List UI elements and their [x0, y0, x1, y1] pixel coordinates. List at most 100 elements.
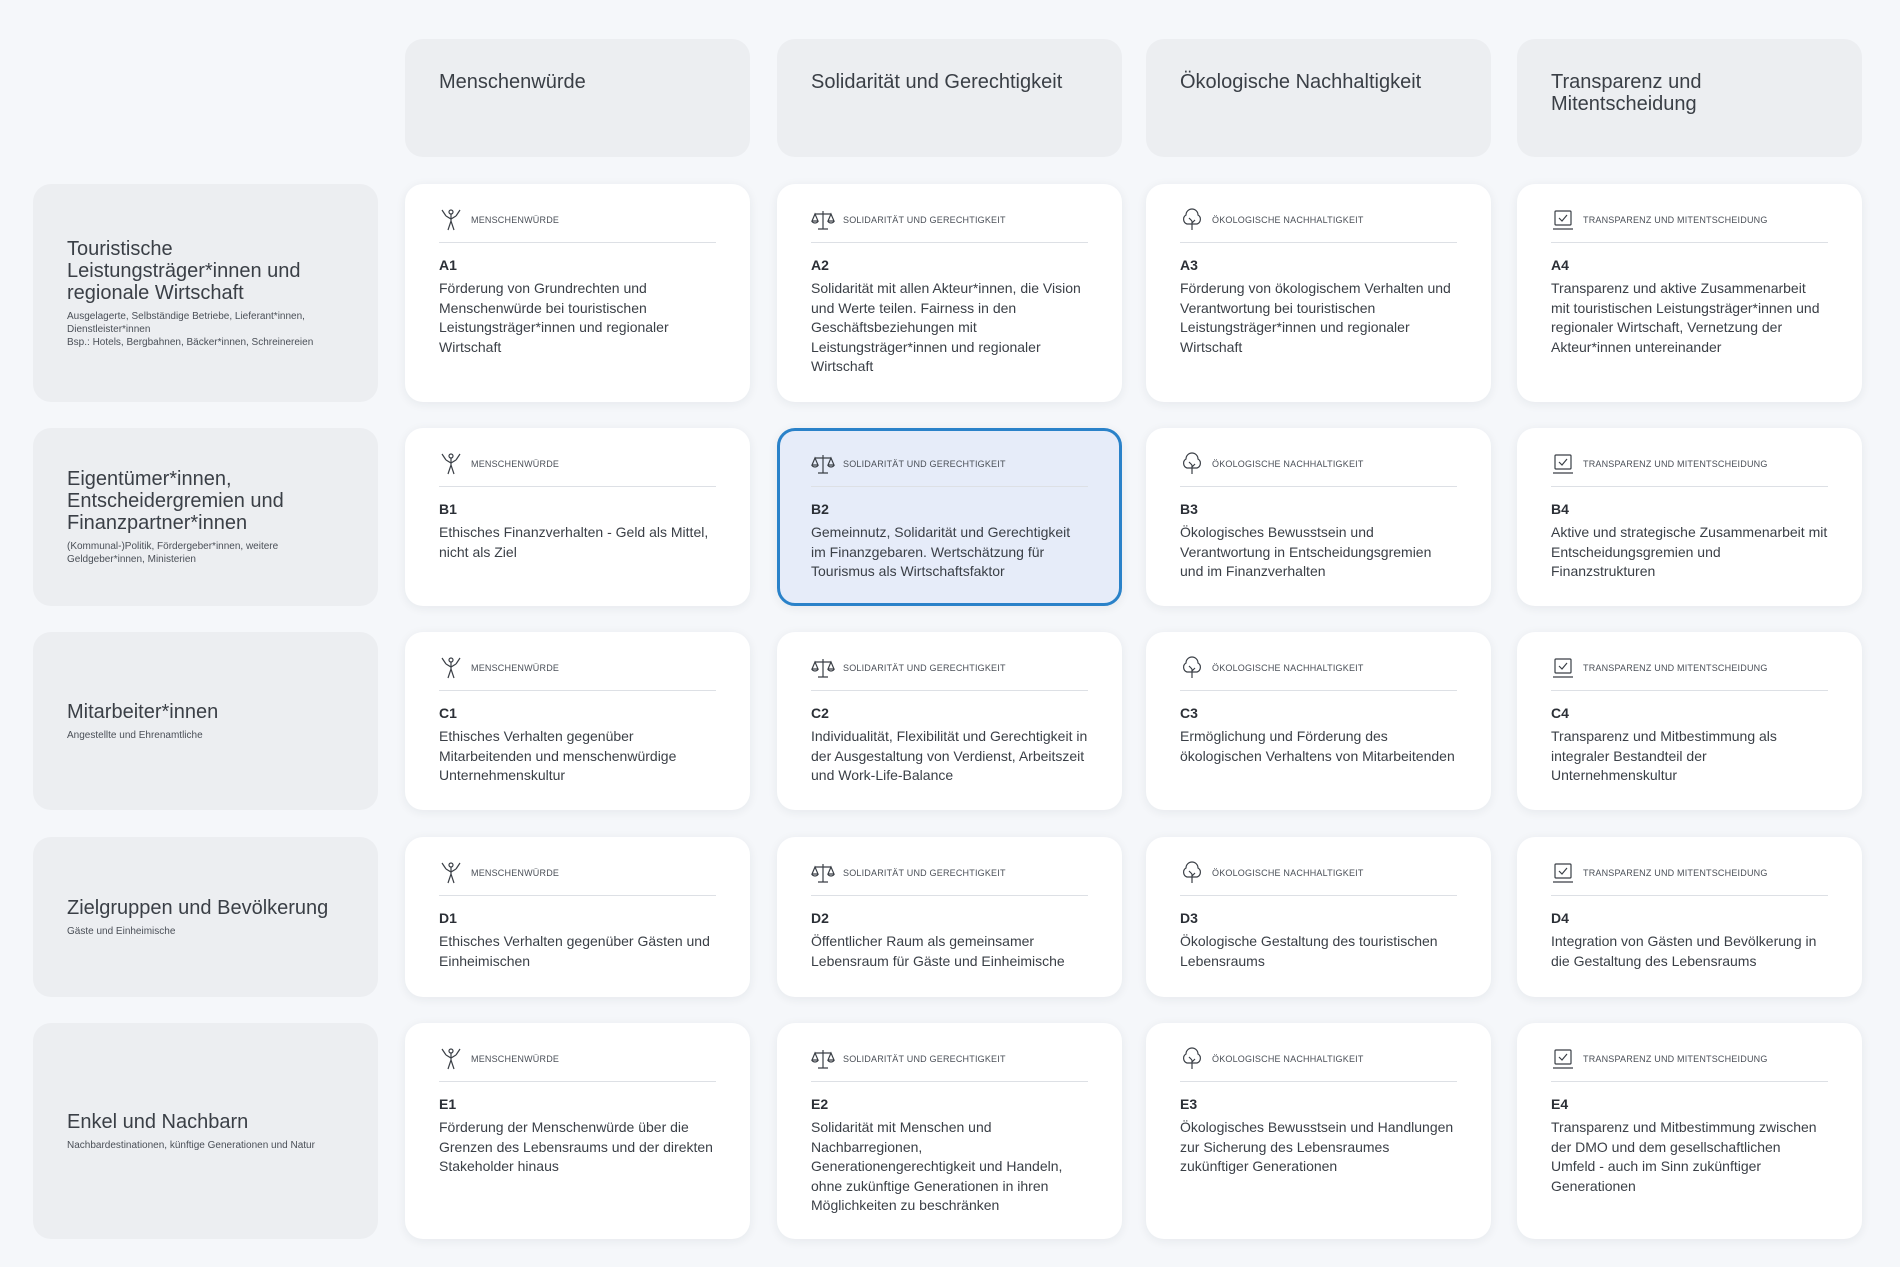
- row-label-b: Eigentümer*innen, Entscheidergremien und…: [33, 428, 378, 606]
- cell-code: E3: [1180, 1096, 1198, 1112]
- matrix-cell-b3[interactable]: Ökologische Nachhaltigkeit B3 Ökologisch…: [1146, 428, 1491, 606]
- cell-category-label: Ökologische Nachhaltigkeit: [1212, 215, 1364, 225]
- column-header-title: Ökologische Nachhaltigkeit: [1180, 71, 1422, 93]
- cell-category-header: Transparenz und Mitentscheidung: [1551, 208, 1828, 243]
- cell-category-label: Ökologische Nachhaltigkeit: [1212, 1054, 1364, 1064]
- cell-code: A2: [811, 257, 829, 273]
- row-label-c: Mitarbeiter*innen Angestellte und Ehrena…: [33, 632, 378, 810]
- cell-category-label: Menschenwürde: [471, 1054, 560, 1064]
- tree-icon: [1180, 656, 1204, 680]
- cell-category-label: Menschenwürde: [471, 459, 560, 469]
- cell-category-label: Solidarität und Gerechtigkeit: [843, 868, 1006, 878]
- cell-description: Ökologische Gestaltung des touristischen…: [1180, 933, 1438, 969]
- cell-category-label: Menschenwürde: [471, 215, 560, 225]
- matrix-cell-d3[interactable]: Ökologische Nachhaltigkeit D3 Ökologisch…: [1146, 837, 1491, 997]
- matrix-cell-a4[interactable]: Transparenz und Mitentscheidung A4 Trans…: [1517, 184, 1862, 402]
- row-label-subtitle: Nachbardestinationen, künftige Generatio…: [67, 1139, 315, 1151]
- cell-code: A3: [1180, 257, 1198, 273]
- matrix-cell-e2[interactable]: Solidarität und Gerechtigkeit E2 Solidar…: [777, 1023, 1122, 1239]
- cell-category-header: Menschenwürde: [439, 208, 716, 243]
- column-header-title: Menschenwürde: [439, 71, 586, 93]
- row-label-title: Mitarbeiter*innen: [67, 700, 219, 723]
- cell-category-header: Ökologische Nachhaltigkeit: [1180, 1047, 1457, 1082]
- cell-code: D1: [439, 910, 457, 926]
- matrix-cell-e3[interactable]: Ökologische Nachhaltigkeit E3 Ökologisch…: [1146, 1023, 1491, 1239]
- checkbox-icon: [1551, 452, 1575, 476]
- cell-code: D4: [1551, 910, 1569, 926]
- cell-code: B3: [1180, 501, 1198, 517]
- cell-code: C4: [1551, 705, 1569, 721]
- matrix-cell-c3[interactable]: Ökologische Nachhaltigkeit C3 Ermöglichu…: [1146, 632, 1491, 810]
- matrix-cell-c2[interactable]: Solidarität und Gerechtigkeit C2 Individ…: [777, 632, 1122, 810]
- cell-description: Gemeinnutz, Solidarität und Gerechtigkei…: [811, 524, 1071, 579]
- cell-code: A4: [1551, 257, 1569, 273]
- cell-description: Ermöglichung und Förderung des ökologisc…: [1180, 728, 1455, 764]
- cell-category-label: Ökologische Nachhaltigkeit: [1212, 663, 1364, 673]
- matrix-cell-a2[interactable]: Solidarität und Gerechtigkeit A2 Solidar…: [777, 184, 1122, 402]
- checkbox-icon: [1551, 1047, 1575, 1071]
- cell-category-header: Menschenwürde: [439, 861, 716, 896]
- cell-code: E4: [1551, 1096, 1569, 1112]
- matrix-cell-b1[interactable]: Menschenwürde B1 Ethisches Finanzverhalt…: [405, 428, 750, 606]
- cell-description: Transparenz und aktive Zusammenarbeit mi…: [1551, 280, 1820, 355]
- cell-category-label: Solidarität und Gerechtigkeit: [843, 663, 1006, 673]
- matrix-cell-d2[interactable]: Solidarität und Gerechtigkeit D2 Öffentl…: [777, 837, 1122, 997]
- cell-category-header: Transparenz und Mitentscheidung: [1551, 1047, 1828, 1082]
- cell-category-header: Solidarität und Gerechtigkeit: [811, 1047, 1088, 1082]
- matrix-cell-b4[interactable]: Transparenz und Mitentscheidung B4 Aktiv…: [1517, 428, 1862, 606]
- cell-category-label: Solidarität und Gerechtigkeit: [843, 459, 1006, 469]
- matrix-cell-a1[interactable]: Menschenwürde A1 Förderung von Grundrech…: [405, 184, 750, 402]
- cell-description: Ethisches Finanzverhalten - Geld als Mit…: [439, 524, 709, 560]
- scales-icon: [811, 452, 835, 476]
- cell-category-header: Transparenz und Mitentscheidung: [1551, 452, 1828, 487]
- person-icon: [439, 1047, 463, 1071]
- cell-category-label: Transparenz und Mitentscheidung: [1583, 868, 1768, 878]
- matrix-cell-c1[interactable]: Menschenwürde C1 Ethisches Verhalten geg…: [405, 632, 750, 810]
- cell-description: Solidarität mit Menschen und Nachbarregi…: [811, 1119, 1063, 1213]
- cell-category-label: Ökologische Nachhaltigkeit: [1212, 459, 1364, 469]
- cell-category-label: Transparenz und Mitentscheidung: [1583, 1054, 1768, 1064]
- cell-category-header: Menschenwürde: [439, 452, 716, 487]
- matrix-cell-a3[interactable]: Ökologische Nachhaltigkeit A3 Förderung …: [1146, 184, 1491, 402]
- matrix-cell-c4[interactable]: Transparenz und Mitentscheidung C4 Trans…: [1517, 632, 1862, 810]
- row-label-a: Touristische Leistungsträger*innen und r…: [33, 184, 378, 402]
- cell-description: Öffentlicher Raum als gemeinsamer Lebens…: [811, 933, 1065, 969]
- row-label-subtitle: (Kommunal-)Politik, Fördergeber*innen, w…: [67, 541, 279, 565]
- cell-description: Förderung von Grundrechten und Menschenw…: [439, 280, 669, 355]
- cell-category-label: Solidarität und Gerechtigkeit: [843, 1054, 1006, 1064]
- cell-category-label: Solidarität und Gerechtigkeit: [843, 215, 1006, 225]
- column-header-1: Menschenwürde: [405, 39, 750, 157]
- cell-code: B1: [439, 501, 457, 517]
- matrix-cell-d4[interactable]: Transparenz und Mitentscheidung D4 Integ…: [1517, 837, 1862, 997]
- matrix-cell-b2[interactable]: Solidarität und Gerechtigkeit B2 Gemeinn…: [777, 428, 1122, 606]
- cell-code: B2: [811, 501, 829, 517]
- cell-category-label: Transparenz und Mitentscheidung: [1583, 663, 1768, 673]
- cell-code: C1: [439, 705, 457, 721]
- cell-category-header: Ökologische Nachhaltigkeit: [1180, 861, 1457, 896]
- column-header-title: Solidarität und Gerechtigkeit: [811, 71, 1063, 93]
- person-icon: [439, 656, 463, 680]
- row-label-title: Touristische Leistungsträger*innen und r…: [67, 237, 301, 304]
- row-label-subtitle: Ausgelagerte, Selbständige Betriebe, Lie…: [67, 310, 314, 348]
- cell-description: Ökologisches Bewusstsein und Handlungen …: [1180, 1119, 1454, 1174]
- cell-category-label: Transparenz und Mitentscheidung: [1583, 215, 1768, 225]
- cell-description: Ökologisches Bewusstsein und Verantwortu…: [1180, 524, 1432, 579]
- cell-category-header: Ökologische Nachhaltigkeit: [1180, 452, 1457, 487]
- cell-code: D2: [811, 910, 829, 926]
- column-header-title: Transparenz und Mitentscheidung: [1551, 71, 1702, 115]
- matrix-cell-e1[interactable]: Menschenwürde E1 Förderung der Menschenw…: [405, 1023, 750, 1239]
- cell-category-header: Ökologische Nachhaltigkeit: [1180, 208, 1457, 243]
- column-header-4: Transparenz und Mitentscheidung: [1517, 39, 1862, 157]
- cell-category-label: Menschenwürde: [471, 663, 560, 673]
- cell-description: Integration von Gästen und Bevölkerung i…: [1551, 933, 1817, 969]
- tree-icon: [1180, 452, 1204, 476]
- matrix-cell-e4[interactable]: Transparenz und Mitentscheidung E4 Trans…: [1517, 1023, 1862, 1239]
- cell-code: E2: [811, 1096, 829, 1112]
- cell-description: Förderung der Menschenwürde über die Gre…: [439, 1119, 713, 1174]
- matrix-cell-d1[interactable]: Menschenwürde D1 Ethisches Verhalten geg…: [405, 837, 750, 997]
- checkbox-icon: [1551, 656, 1575, 680]
- cell-category-header: Transparenz und Mitentscheidung: [1551, 861, 1828, 896]
- cell-category-label: Transparenz und Mitentscheidung: [1583, 459, 1768, 469]
- checkbox-icon: [1551, 861, 1575, 885]
- tree-icon: [1180, 1047, 1204, 1071]
